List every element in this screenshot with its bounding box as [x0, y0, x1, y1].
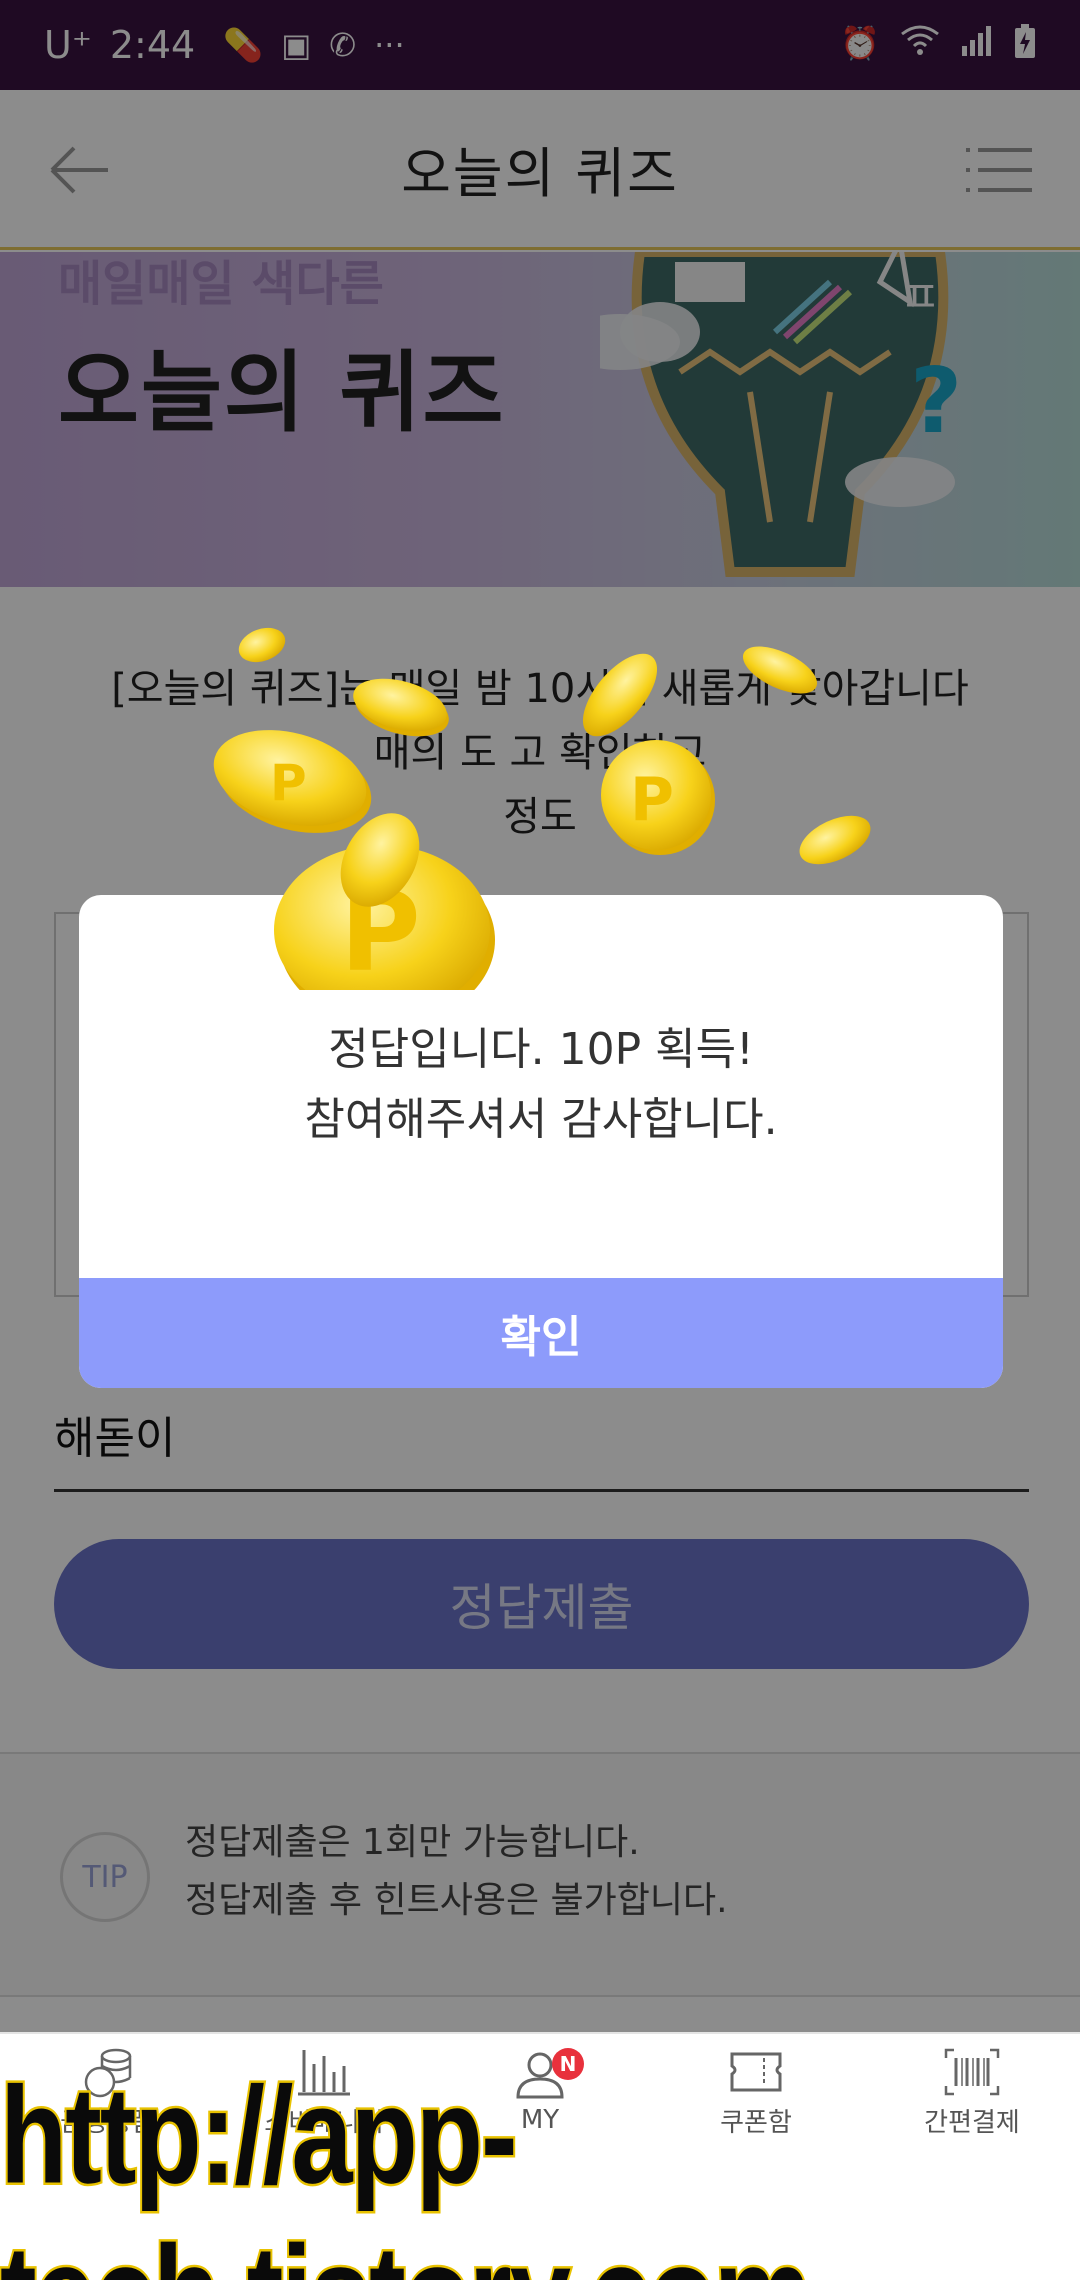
modal-line: 정답입니다. 10P 획득!	[328, 1024, 754, 1075]
coin-icon: P	[601, 740, 715, 855]
watermark-text: http://app-tech.tistory.com	[0, 2056, 814, 2280]
coins-illustration: P P P	[213, 627, 871, 990]
coin-icon	[582, 653, 658, 737]
confirm-button[interactable]: 확인	[79, 1278, 1003, 1388]
coin-icon	[799, 815, 871, 865]
svg-text:P: P	[630, 765, 674, 835]
coin-icon	[742, 646, 818, 694]
modal-message: 정답입니다. 10P 획득! 참여해주셔서 감사합니다.	[79, 1015, 1003, 1155]
modal-line: 참여해주셔서 감사합니다.	[304, 1094, 778, 1145]
watermark: http://app-tech.tistory.com	[0, 2056, 1080, 2280]
coin-icon	[238, 627, 286, 663]
coin-icon	[353, 678, 449, 737]
coin-icon: P	[213, 730, 372, 833]
svg-text:P: P	[270, 754, 307, 812]
